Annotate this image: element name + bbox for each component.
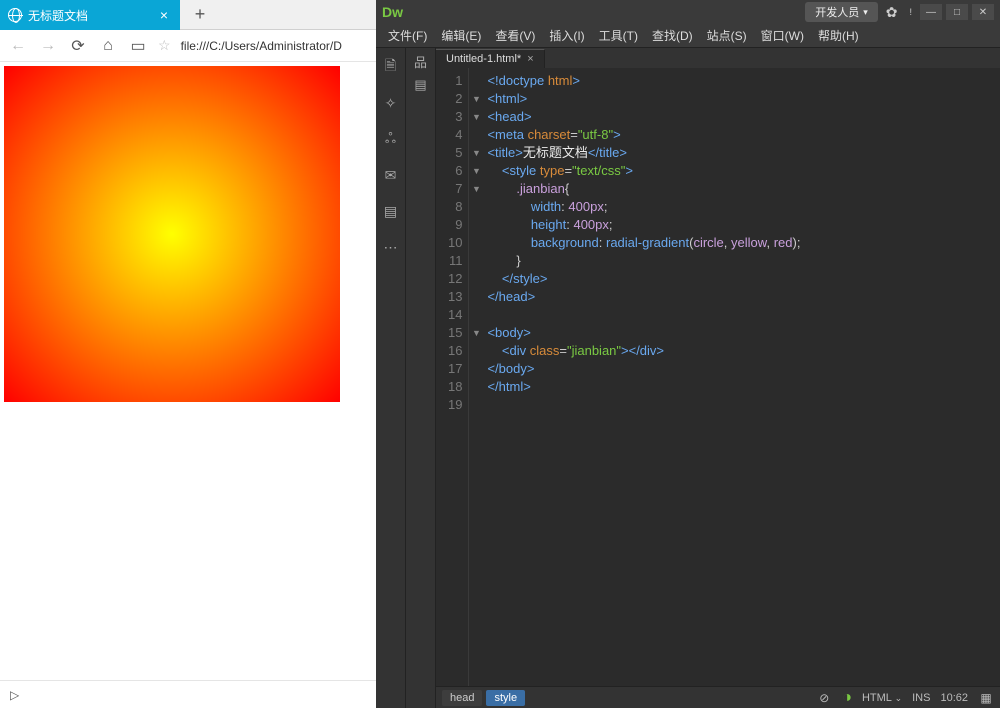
file-tab-label: Untitled-1.html* [446,53,521,65]
sync-ok-icon: ◑ [842,689,852,707]
file-tab[interactable]: Untitled-1.html* × [436,49,545,68]
new-tab-button[interactable]: + [186,0,214,28]
menu-item[interactable]: 窗口(W) [755,25,810,46]
title-bar: Dw 开发人员 ✿ ! — □ ✕ [376,0,1000,24]
menu-item[interactable]: 工具(T) [593,25,644,46]
menu-bar: 文件(F)编辑(E)查看(V)插入(I)工具(T)查找(D)站点(S)窗口(W)… [376,24,1000,48]
gradient-box [4,66,340,402]
status-insert-mode[interactable]: INS [912,692,930,704]
devtools-toggle-icon[interactable]: ▷ [10,688,19,702]
editor-main: 🗎 ✧ ஃ ✉ ▤ ⋯ 品 ▤ Untitled-1.html* × 12345… [376,48,1000,708]
globe-icon [8,8,22,22]
fold-gutter: ▼▼▼▼▼▼ [469,68,483,686]
status-bar: head style ⊘ ◑ HTML ⌄ INS 10:62 ▦ [436,686,1000,708]
tree-icon[interactable]: 品 [411,52,431,70]
branch-icon[interactable]: ஃ [382,130,400,148]
workspace-switcher[interactable]: 开发人员 [805,2,878,22]
favorite-icon[interactable]: ☆ [158,37,171,54]
browser-tab-strip: 无标题文档 × + [0,0,376,30]
list-icon[interactable]: ▤ [411,76,431,94]
menu-item[interactable]: 编辑(E) [435,25,487,46]
menu-item[interactable]: 查找(D) [646,25,699,46]
browser-viewport [0,62,376,680]
home-button[interactable]: ⌂ [96,34,120,58]
status-cursor-pos: 10:62 [940,692,968,704]
status-language[interactable]: HTML ⌄ [862,692,902,704]
address-bar[interactable]: file:///C:/Users/Administrator/D [177,37,370,55]
chat-icon[interactable]: ✉ [382,166,400,184]
reload-button[interactable]: ⟳ [66,34,90,58]
breadcrumb-head[interactable]: head [442,690,482,706]
left-toolbar-1: 🗎 ✧ ஃ ✉ ▤ ⋯ [376,48,406,708]
menu-item[interactable]: 帮助(H) [812,25,865,46]
file-icon[interactable]: 🗎 [382,58,400,76]
dw-logo: Dw [382,4,403,20]
browser-footer: ▷ [0,680,376,708]
preview-icon[interactable]: ▦ [978,690,994,706]
browser-window: 无标题文档 × + ← → ⟳ ⌂ ▭ ☆ file:///C:/Users/A… [0,0,376,708]
left-toolbar-2: 品 ▤ [406,48,436,708]
gear-icon[interactable]: ✿ [882,4,902,21]
tab-title: 无标题文档 [28,7,88,24]
reader-button[interactable]: ▭ [126,34,150,58]
menu-item[interactable]: 文件(F) [382,25,433,46]
line-numbers: 12345678910111213141516171819 [436,68,469,686]
wand-icon[interactable]: ✧ [382,94,400,112]
close-icon[interactable]: × [156,7,172,23]
menu-item[interactable]: 站点(S) [701,25,753,46]
breadcrumb-style[interactable]: style [486,690,525,706]
minimize-button[interactable]: — [920,4,942,20]
forward-button[interactable]: → [36,34,60,58]
browser-tab[interactable]: 无标题文档 × [0,0,180,30]
close-icon[interactable]: × [527,53,533,65]
maximize-button[interactable]: □ [946,4,968,20]
editor-column: Untitled-1.html* × 123456789101112131415… [436,48,1000,708]
code-content[interactable]: <!doctype html><html><head><meta charset… [483,68,800,686]
code-editor[interactable]: 12345678910111213141516171819 ▼▼▼▼▼▼ <!d… [436,68,1000,686]
file-tab-bar: Untitled-1.html* × [436,48,1000,68]
menu-item[interactable]: 查看(V) [489,25,541,46]
menu-item[interactable]: 插入(I) [543,25,590,46]
page-icon[interactable]: ▤ [382,202,400,220]
browser-nav-bar: ← → ⟳ ⌂ ▭ ☆ file:///C:/Users/Administrat… [0,30,376,62]
sync-caret-icon: ! [905,7,916,17]
back-button[interactable]: ← [6,34,30,58]
error-icon[interactable]: ⊘ [816,690,832,706]
close-button[interactable]: ✕ [972,4,994,20]
dreamweaver-window: Dw 开发人员 ✿ ! — □ ✕ 文件(F)编辑(E)查看(V)插入(I)工具… [376,0,1000,708]
more-icon[interactable]: ⋯ [382,238,400,256]
